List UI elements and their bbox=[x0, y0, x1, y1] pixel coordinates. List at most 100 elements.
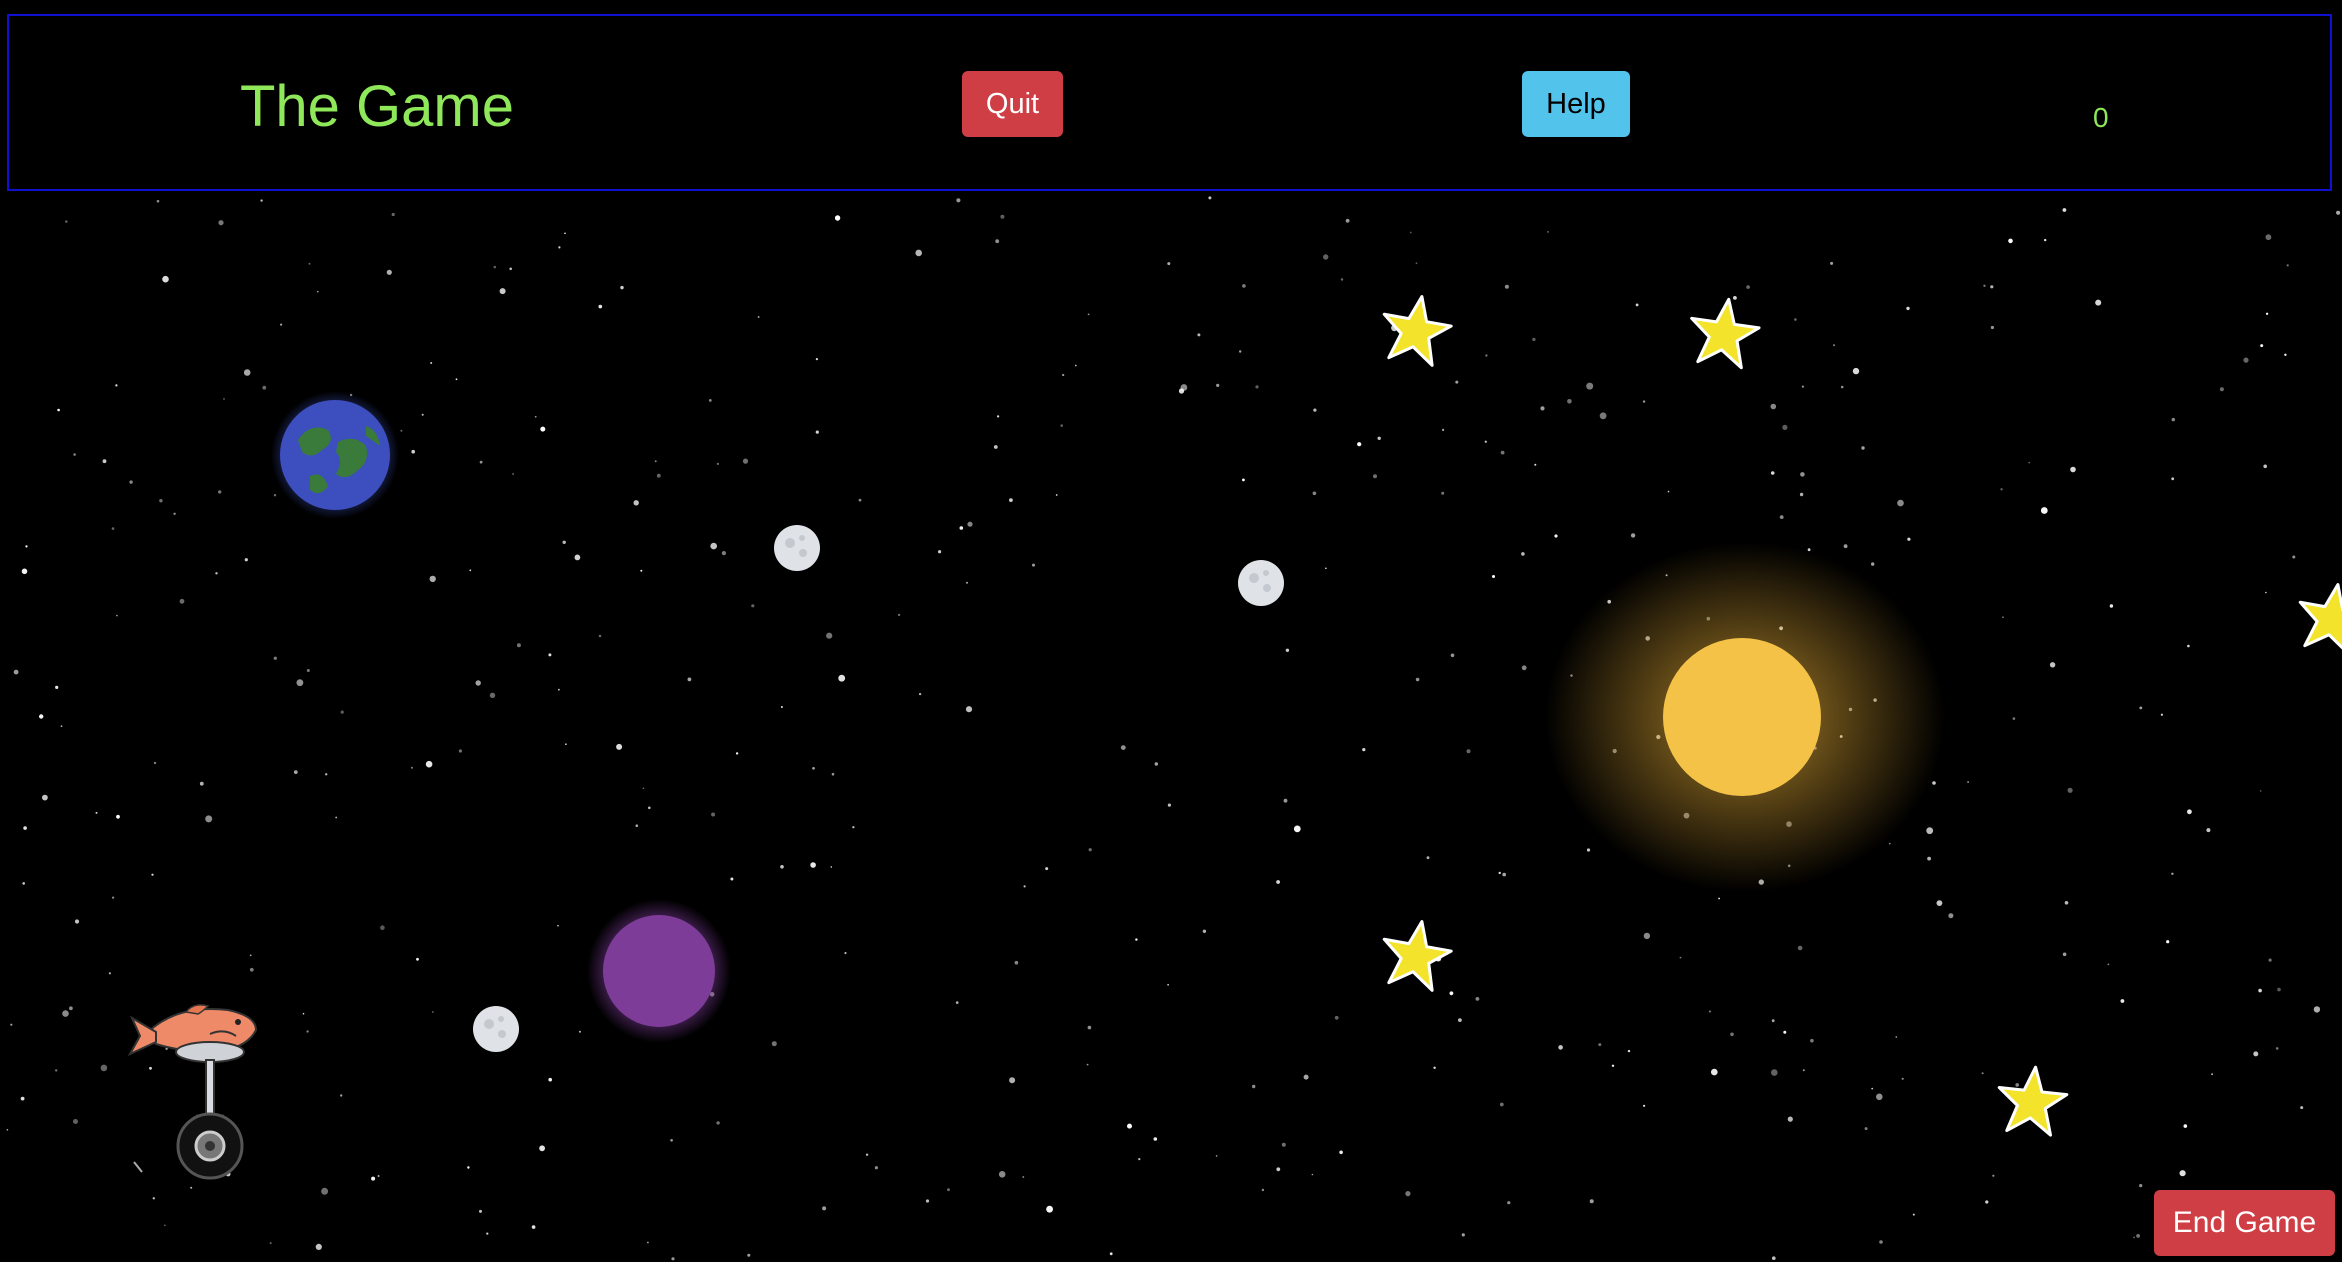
background-star bbox=[1046, 1205, 1053, 1213]
background-star bbox=[1373, 474, 1377, 479]
background-star bbox=[2095, 299, 2102, 306]
background-star bbox=[2070, 466, 2076, 473]
background-star bbox=[2253, 1051, 2259, 1057]
background-star bbox=[1276, 880, 1280, 884]
background-star bbox=[1794, 318, 1797, 321]
background-star bbox=[2206, 828, 2211, 833]
background-star bbox=[21, 568, 28, 575]
background-star bbox=[1630, 533, 1636, 538]
background-star bbox=[1643, 932, 1651, 940]
end-game-button[interactable]: End Game bbox=[2154, 1190, 2335, 1256]
background-star bbox=[633, 500, 639, 506]
background-star bbox=[57, 408, 60, 412]
background-star bbox=[1864, 1127, 1868, 1131]
earth-planet bbox=[271, 391, 399, 519]
background-star bbox=[380, 925, 385, 930]
background-star bbox=[751, 604, 755, 608]
background-star bbox=[1087, 1025, 1092, 1030]
background-star bbox=[325, 773, 328, 776]
background-star bbox=[316, 290, 319, 293]
background-star bbox=[558, 688, 560, 691]
background-star bbox=[947, 1188, 950, 1192]
background-star bbox=[2336, 210, 2341, 215]
background-star bbox=[548, 653, 552, 657]
background-star bbox=[1055, 494, 1058, 496]
background-star bbox=[489, 692, 496, 698]
background-star bbox=[826, 632, 833, 639]
background-star bbox=[1242, 478, 1245, 482]
star-collectible-2 bbox=[1690, 297, 1761, 370]
background-star bbox=[108, 972, 111, 975]
background-star bbox=[1643, 1104, 1646, 1107]
player-fish-unicycle[interactable] bbox=[128, 998, 264, 1184]
background-star bbox=[280, 323, 283, 326]
background-star bbox=[716, 462, 720, 465]
background-star bbox=[425, 760, 433, 768]
background-star bbox=[1832, 344, 1836, 347]
background-star bbox=[1313, 408, 1317, 412]
background-star bbox=[1409, 231, 1412, 234]
background-star bbox=[1771, 1069, 1778, 1076]
background-star bbox=[2268, 958, 2272, 962]
background-star bbox=[1450, 653, 1455, 658]
background-star bbox=[100, 1064, 108, 1072]
background-star bbox=[812, 767, 815, 770]
background-star bbox=[2179, 1170, 2186, 1177]
background-star bbox=[780, 706, 783, 708]
background-star bbox=[2166, 940, 2170, 944]
background-star bbox=[1708, 1010, 1711, 1013]
background-star bbox=[708, 399, 712, 402]
background-star bbox=[831, 772, 835, 776]
background-star bbox=[2107, 963, 2110, 966]
background-star bbox=[670, 1139, 673, 1142]
background-star bbox=[2265, 312, 2269, 315]
background-star bbox=[915, 249, 922, 257]
background-star bbox=[2275, 1047, 2279, 1050]
star-collectible-1 bbox=[1382, 295, 1453, 367]
quit-button[interactable]: Quit bbox=[962, 71, 1063, 137]
background-star bbox=[112, 896, 115, 899]
background-star bbox=[1802, 1069, 1805, 1072]
moon-1 bbox=[774, 525, 820, 571]
background-star bbox=[432, 1011, 434, 1013]
background-star bbox=[1252, 1084, 1256, 1089]
background-star bbox=[306, 669, 310, 672]
background-star bbox=[656, 473, 661, 478]
header-bar: The Game Quit Help 0 bbox=[7, 14, 2332, 191]
background-star bbox=[55, 685, 59, 690]
background-star bbox=[874, 1166, 879, 1170]
background-star bbox=[995, 239, 1000, 244]
background-star bbox=[1830, 261, 1834, 265]
background-star bbox=[1032, 563, 1035, 567]
background-star bbox=[747, 1253, 751, 1257]
background-star bbox=[162, 275, 169, 283]
background-star bbox=[830, 866, 833, 868]
background-star bbox=[129, 480, 133, 484]
help-button[interactable]: Help bbox=[1522, 71, 1630, 137]
background-star bbox=[1276, 1167, 1281, 1172]
background-star bbox=[1334, 1015, 1339, 1020]
background-star bbox=[273, 656, 277, 660]
background-star bbox=[1135, 938, 1138, 941]
background-star bbox=[956, 198, 961, 203]
background-star bbox=[1415, 677, 1420, 682]
background-star bbox=[1540, 406, 1545, 411]
background-star bbox=[1009, 1077, 1016, 1084]
background-star bbox=[1554, 534, 1558, 538]
background-star bbox=[1992, 1174, 1995, 1177]
background-star bbox=[1285, 648, 1290, 652]
background-star bbox=[116, 814, 120, 819]
background-star bbox=[306, 1030, 309, 1033]
background-star bbox=[190, 1186, 193, 1189]
game-canvas[interactable]: The Game Quit Help 0 End Game bbox=[0, 0, 2342, 1262]
background-star bbox=[2008, 238, 2013, 244]
background-star bbox=[2139, 706, 2143, 710]
background-star bbox=[2258, 988, 2262, 993]
background-star bbox=[39, 714, 44, 719]
background-star bbox=[512, 473, 515, 475]
background-star bbox=[1879, 1240, 1883, 1244]
background-star bbox=[1074, 364, 1077, 367]
background-star bbox=[95, 811, 98, 814]
background-star bbox=[458, 749, 462, 753]
background-star bbox=[1679, 956, 1682, 959]
